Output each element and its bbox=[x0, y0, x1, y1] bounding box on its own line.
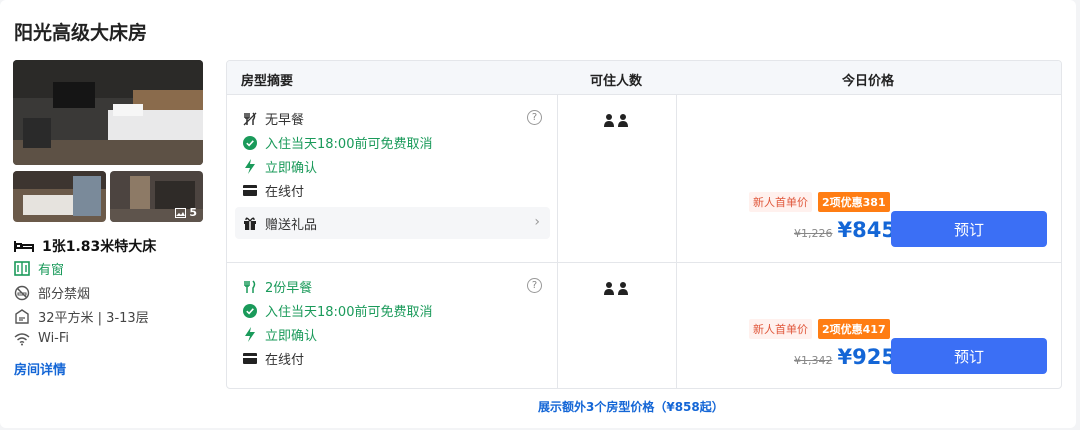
lightning-icon bbox=[243, 327, 257, 342]
room-main-photo[interactable] bbox=[13, 60, 203, 165]
no-smoking-icon bbox=[14, 285, 30, 301]
cancel-policy: 入住当天18:00前可免费取消 bbox=[243, 133, 432, 152]
guest-count bbox=[604, 114, 628, 127]
guest-count bbox=[604, 282, 628, 295]
original-price: ¥1,342 bbox=[794, 354, 833, 367]
feature-wifi: Wi-Fi bbox=[14, 331, 69, 346]
gift-row[interactable]: 赠送礼品 › bbox=[235, 207, 550, 239]
meal-policy: 无早餐 bbox=[243, 109, 304, 128]
feature-smoking: 部分禁烟 bbox=[14, 283, 90, 302]
price-info: ¥1,226 ¥845 bbox=[794, 218, 896, 242]
floor-area-icon bbox=[14, 308, 30, 325]
original-price: ¥1,226 bbox=[794, 227, 833, 240]
new-user-badge: 新人首单价 bbox=[749, 319, 812, 339]
card-icon bbox=[243, 353, 257, 364]
feature-window: 有窗 bbox=[14, 259, 64, 278]
new-user-badge: 新人首单价 bbox=[749, 192, 812, 212]
room-thumbnail[interactable] bbox=[13, 171, 106, 222]
person-icon bbox=[618, 114, 628, 127]
window-icon bbox=[14, 261, 30, 276]
discount-badge[interactable]: 2项优惠381 bbox=[818, 192, 890, 212]
price-info: ¥1,342 ¥925 bbox=[794, 345, 896, 369]
price-badges: 新人首单价 2项优惠417 bbox=[749, 319, 890, 339]
room-thumbnail[interactable]: 5 bbox=[110, 171, 203, 222]
header-occupancy: 可住人数 bbox=[590, 74, 643, 89]
cancel-policy: 入住当天18:00前可免费取消 bbox=[243, 301, 432, 320]
header-summary: 房型摘要 bbox=[241, 74, 294, 89]
gift-icon bbox=[243, 216, 257, 230]
lightning-icon bbox=[243, 159, 257, 174]
image-icon bbox=[175, 207, 187, 218]
person-icon bbox=[604, 114, 614, 127]
discount-badge[interactable]: 2项优惠417 bbox=[818, 319, 890, 339]
wifi-icon bbox=[14, 332, 30, 346]
feature-area: 32平方米 | 3-13层 bbox=[14, 307, 149, 326]
show-more-rooms-link[interactable]: 展示额外3个房型价格（¥858起） bbox=[538, 398, 724, 415]
card-icon bbox=[243, 185, 257, 196]
room-details-link[interactable]: 房间详情 bbox=[14, 359, 66, 378]
column-divider bbox=[557, 95, 558, 388]
bed-info: 1张1.83米特大床 bbox=[14, 236, 156, 256]
confirm-policy: 立即确认 bbox=[243, 325, 317, 344]
photo-count: 5 bbox=[175, 206, 197, 219]
current-price: ¥925 bbox=[837, 345, 896, 369]
confirm-policy: 立即确认 bbox=[243, 157, 317, 176]
bed-icon bbox=[14, 239, 34, 253]
rate-table: 房型摘要 可住人数 今日价格 无早餐 ? 入住当天18:00前可免费取消 立即确… bbox=[226, 60, 1062, 389]
breakfast-icon bbox=[243, 279, 257, 294]
room-card: 阳光高级大床房 5 1张1.83米特大床 有窗 部分禁烟 32平方米 | 3-1… bbox=[0, 0, 1076, 428]
current-price: ¥845 bbox=[837, 218, 896, 242]
check-circle-icon bbox=[243, 135, 257, 150]
table-header: 房型摘要 可住人数 今日价格 bbox=[227, 61, 1061, 95]
person-icon bbox=[604, 282, 614, 295]
no-meal-icon bbox=[243, 111, 257, 126]
chevron-right-icon: › bbox=[534, 214, 540, 230]
row-divider bbox=[227, 262, 1061, 263]
header-price: 今日价格 bbox=[842, 74, 895, 89]
book-button[interactable]: 预订 bbox=[891, 211, 1047, 247]
help-icon[interactable]: ? bbox=[527, 278, 542, 293]
book-button[interactable]: 预订 bbox=[891, 338, 1047, 374]
payment-policy: 在线付 bbox=[243, 349, 304, 368]
meal-policy: 2份早餐 bbox=[243, 277, 312, 296]
price-badges: 新人首单价 2项优惠381 bbox=[749, 192, 890, 212]
room-title: 阳光高级大床房 bbox=[14, 22, 148, 44]
payment-policy: 在线付 bbox=[243, 181, 304, 200]
help-icon[interactable]: ? bbox=[527, 110, 542, 125]
person-icon bbox=[618, 282, 628, 295]
column-divider bbox=[676, 95, 677, 388]
check-circle-icon bbox=[243, 303, 257, 318]
